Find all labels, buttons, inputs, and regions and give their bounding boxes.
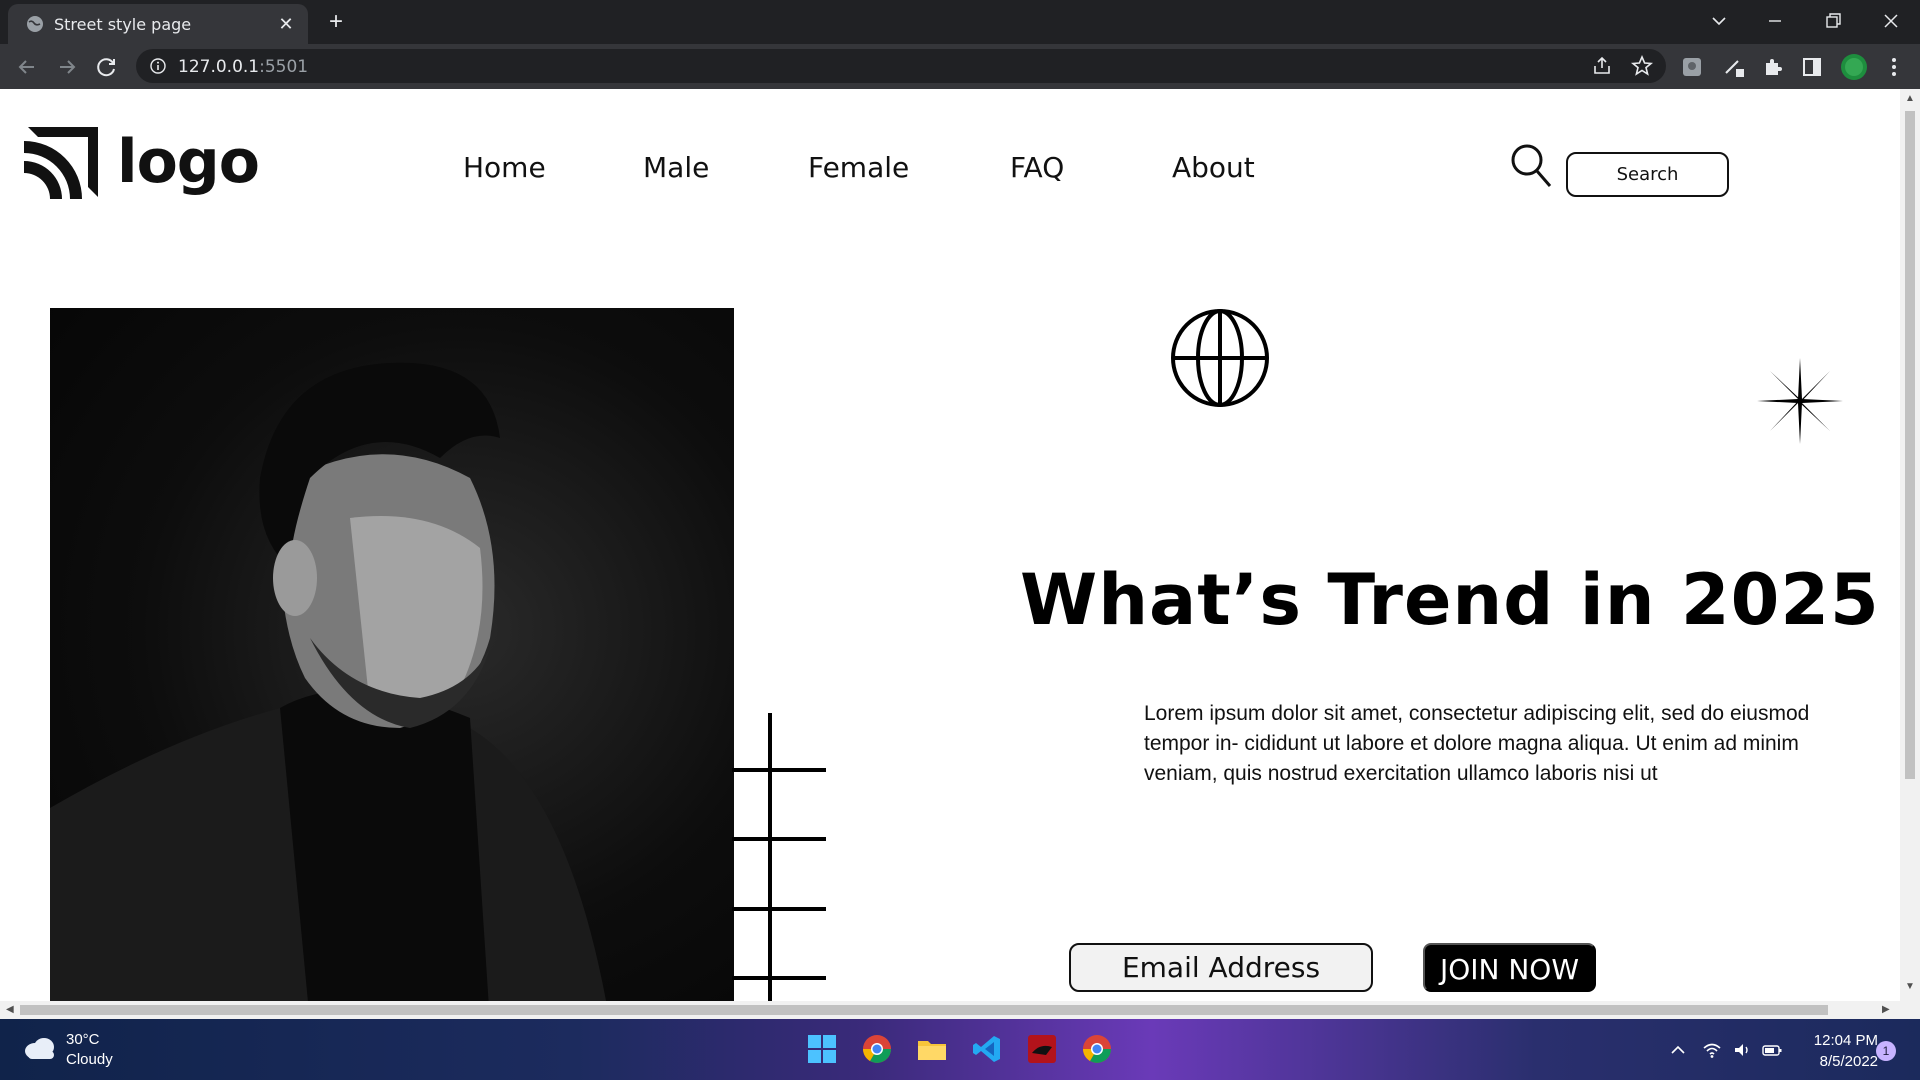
url-host: 127.0.0.1	[178, 57, 260, 77]
join-now-button[interactable]: JOIN NOW	[1423, 943, 1596, 992]
vertical-scroll-thumb[interactable]	[1905, 111, 1915, 779]
search-button[interactable]: Search	[1566, 152, 1729, 197]
minimize-icon[interactable]	[1758, 6, 1792, 36]
url-text: 127.0.0.1:5501	[178, 57, 308, 77]
side-panel-icon[interactable]	[1800, 55, 1824, 79]
bookmark-star-icon[interactable]	[1630, 54, 1654, 78]
red-app-icon[interactable]	[1026, 1033, 1058, 1065]
globe-favicon-icon	[27, 16, 43, 32]
hero-headline: What’s Trend in 2025 ?	[1020, 559, 1900, 641]
hero-description: Lorem ipsum dolor sit amet, consectetur …	[1144, 702, 1810, 785]
weather-temperature[interactable]: 30°C	[66, 1031, 100, 1048]
site-info-icon[interactable]	[150, 58, 166, 74]
weather-description[interactable]: Cloudy	[66, 1051, 113, 1068]
browser-toolbar: 127.0.0.1:5501	[0, 44, 1920, 89]
portrait-silhouette	[50, 362, 610, 1019]
battery-icon[interactable]	[1762, 1041, 1782, 1059]
extension-pen-icon[interactable]	[1722, 55, 1746, 79]
search-icon[interactable]	[1510, 143, 1552, 189]
nav-home[interactable]: Home	[463, 151, 546, 184]
windows-taskbar: 30°C Cloudy 12:04 PM 8/5/2022 1	[0, 1019, 1920, 1080]
cloud-weather-icon[interactable]	[24, 1035, 58, 1061]
back-arrow-icon[interactable]	[12, 52, 42, 82]
vertical-scrollbar[interactable]: ▲ ▼	[1900, 89, 1920, 1019]
chrome-icon[interactable]	[861, 1033, 893, 1065]
new-tab-button[interactable]: +	[322, 8, 350, 36]
nav-about[interactable]: About	[1172, 151, 1255, 184]
browser-tab[interactable]: Street style page ✕	[8, 4, 308, 44]
tab-title: Street style page	[54, 15, 192, 34]
logo-signal-icon[interactable]	[24, 127, 98, 199]
logo-text[interactable]: logo	[117, 127, 260, 197]
scroll-right-arrow-icon[interactable]: ▶	[1882, 1004, 1890, 1015]
email-address-input[interactable]: Email Address	[1069, 943, 1373, 992]
sparkle-star-icon	[1757, 358, 1843, 444]
chrome-active-icon[interactable]	[1081, 1033, 1113, 1065]
hero-portrait-image	[50, 308, 734, 1019]
clock-time[interactable]: 12:04 PM	[1800, 1032, 1878, 1049]
close-tab-icon[interactable]: ✕	[274, 12, 298, 36]
restore-icon[interactable]	[1816, 6, 1850, 36]
nav-female[interactable]: Female	[808, 151, 909, 184]
nav-male[interactable]: Male	[643, 151, 709, 184]
wifi-icon[interactable]	[1702, 1041, 1722, 1059]
nav-faq[interactable]: FAQ	[1010, 151, 1064, 184]
close-window-icon[interactable]	[1874, 6, 1908, 36]
address-bar[interactable]: 127.0.0.1:5501	[136, 49, 1666, 83]
browser-menu-icon[interactable]	[1882, 55, 1906, 79]
browser-tab-bar: Street style page ✕ +	[0, 0, 1920, 44]
horizontal-scrollbar[interactable]: ◀ ▶	[0, 1001, 1900, 1019]
file-explorer-icon[interactable]	[916, 1033, 948, 1065]
reload-icon[interactable]	[92, 52, 122, 82]
grid-lines-decoration	[732, 713, 826, 1019]
notification-badge[interactable]: 1	[1876, 1041, 1896, 1061]
scroll-up-arrow-icon[interactable]: ▲	[1905, 93, 1915, 104]
scroll-left-arrow-icon[interactable]: ◀	[6, 1004, 14, 1015]
vscode-icon[interactable]	[971, 1033, 1003, 1065]
extension-photo-icon[interactable]	[1680, 55, 1704, 79]
share-icon[interactable]	[1590, 54, 1614, 78]
show-hidden-icons-chevron-icon[interactable]	[1668, 1041, 1688, 1059]
clock-date[interactable]: 8/5/2022	[1800, 1053, 1878, 1070]
scroll-down-arrow-icon[interactable]: ▼	[1905, 981, 1915, 992]
globe-icon	[1171, 309, 1269, 407]
volume-icon[interactable]	[1732, 1041, 1752, 1059]
tab-search-chevron-icon[interactable]	[1702, 6, 1736, 36]
forward-arrow-icon[interactable]	[52, 52, 82, 82]
url-port: :5501	[259, 57, 309, 77]
profile-avatar-icon[interactable]	[1840, 53, 1868, 81]
horizontal-scroll-thumb[interactable]	[20, 1005, 1828, 1015]
extensions-puzzle-icon[interactable]	[1760, 55, 1784, 79]
windows-start-icon[interactable]	[806, 1033, 838, 1065]
web-page: logo Home Male Female FAQ About Search W…	[0, 89, 1900, 1019]
